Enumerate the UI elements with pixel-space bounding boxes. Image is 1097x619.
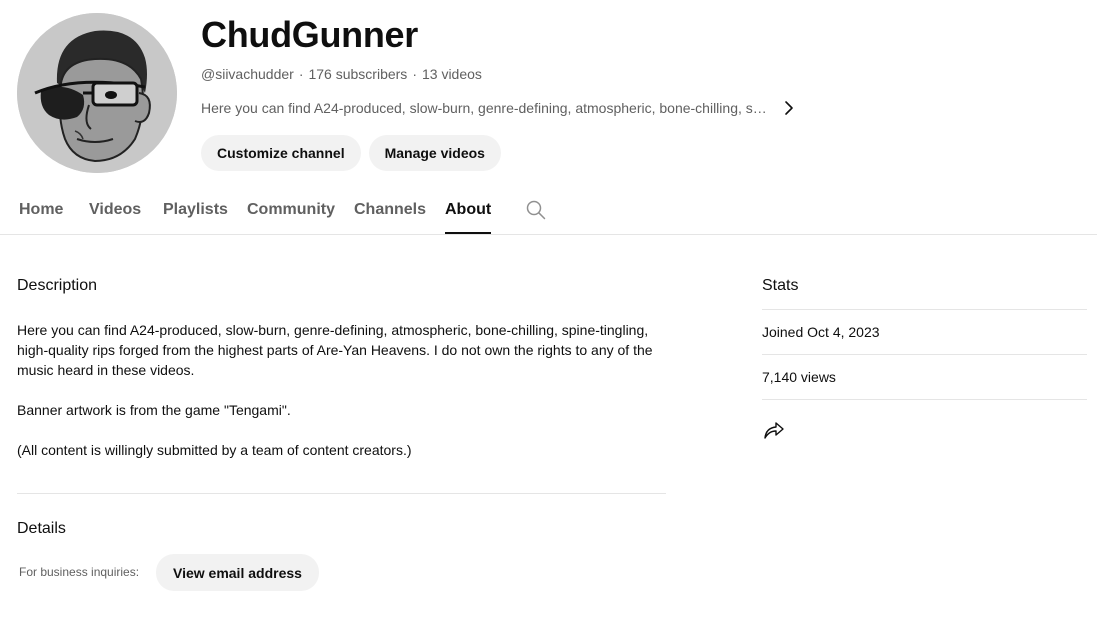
share-icon[interactable]	[762, 418, 786, 442]
channel-actions: Customize channel Manage videos	[201, 135, 501, 171]
description-heading: Description	[17, 277, 98, 294]
video-count: 13 videos	[421, 66, 482, 82]
avatar-image	[17, 13, 177, 173]
tab-community[interactable]: Community	[247, 190, 335, 234]
joined-date: Joined Oct 4, 2023	[762, 324, 880, 340]
view-count: 7,140 views	[762, 369, 836, 385]
meta-separator: ·	[412, 66, 417, 82]
stats-heading: Stats	[762, 277, 799, 294]
description-body: Here you can find A24-produced, slow-bur…	[17, 320, 677, 460]
business-inquiries-label: For business inquiries:	[19, 565, 140, 579]
description-paragraph: (All content is willingly submitted by a…	[17, 442, 412, 458]
channel-meta: @siivachudder · 176 subscribers · 13 vid…	[201, 66, 482, 82]
description-paragraph: Banner artwork is from the game "Tengami…	[17, 402, 291, 418]
description-paragraph: Here you can find A24-produced, slow-bur…	[17, 322, 653, 378]
description-preview[interactable]: Here you can find A24-produced, slow-bur…	[201, 98, 797, 118]
details-heading: Details	[17, 520, 66, 537]
stats-list: Joined Oct 4, 2023 7,140 views	[762, 309, 1087, 400]
channel-avatar[interactable]	[17, 13, 177, 173]
tab-about[interactable]: About	[445, 190, 492, 234]
stats-divider	[762, 399, 1087, 400]
channel-name: ChudGunner	[201, 14, 418, 55]
manage-videos-button[interactable]: Manage videos	[368, 135, 501, 171]
view-email-button[interactable]: View email address	[156, 554, 319, 591]
description-snippet[interactable]: Here you can find A24-produced, slow-bur…	[201, 100, 767, 116]
tab-videos[interactable]: Videos	[89, 190, 141, 234]
subscriber-count: 176 subscribers	[308, 66, 408, 82]
search-icon[interactable]	[526, 200, 546, 220]
chevron-right-icon[interactable]	[781, 100, 797, 116]
customize-channel-button[interactable]: Customize channel	[201, 135, 361, 171]
tab-channels[interactable]: Channels	[354, 190, 426, 234]
tab-playlists[interactable]: Playlists	[163, 190, 228, 234]
channel-handle: @siivachudder	[201, 66, 294, 82]
tab-home[interactable]: Home	[19, 190, 63, 234]
section-divider	[17, 493, 666, 494]
meta-separator: ·	[298, 66, 304, 82]
channel-tabs: Home Videos Playlists Community Channels…	[0, 190, 1097, 235]
